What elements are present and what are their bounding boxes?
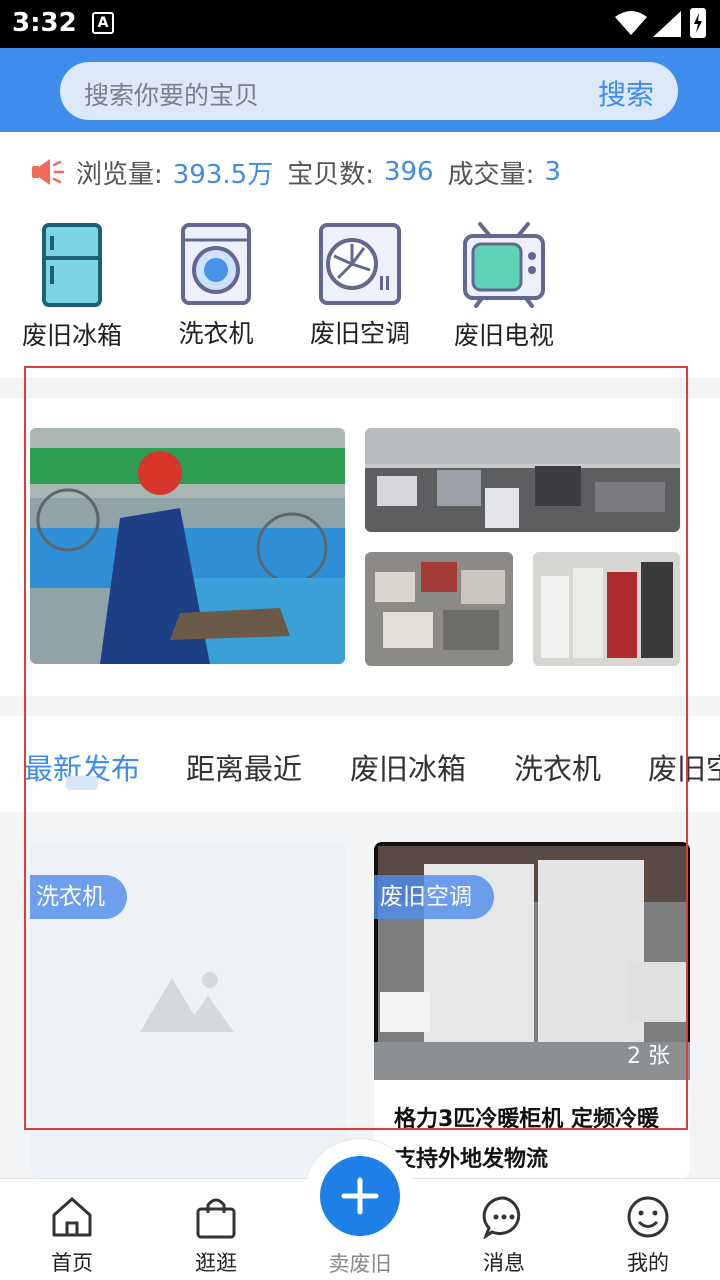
search-placeholder: 搜索你要的宝贝 — [84, 81, 260, 110]
nav-messages[interactable]: 消息 — [454, 1195, 554, 1277]
tab-indicator — [66, 776, 98, 790]
divider — [0, 696, 720, 716]
nav-home[interactable]: 首页 — [22, 1195, 122, 1277]
smile-icon — [627, 1196, 669, 1238]
tab-air-conditioner[interactable]: 废旧空 — [648, 746, 720, 788]
nav-label: 消息 — [483, 1251, 525, 1275]
tab-nearest[interactable]: 距离最近 — [186, 746, 302, 788]
plus-icon — [341, 1177, 379, 1215]
nav-label: 首页 — [51, 1251, 93, 1275]
banner-section — [0, 398, 720, 696]
message-icon — [482, 1196, 521, 1240]
category-label: 废旧空调 — [309, 319, 410, 348]
views-value: 393.5万 — [172, 159, 274, 190]
signal-icon — [653, 11, 681, 37]
tab-fridge[interactable]: 废旧冰箱 — [350, 746, 466, 788]
nav-browse[interactable]: 逛逛 — [166, 1195, 266, 1277]
photo-count: 2 张 — [627, 1044, 670, 1069]
search-header: 搜索你要的宝贝 搜索 — [0, 48, 720, 132]
battery-icon — [690, 8, 706, 38]
air-conditioner-icon — [319, 223, 401, 305]
product-title: 格力3匹冷暖柜机 定频冷暖支持外地发物流 — [394, 1107, 659, 1172]
category-washing-machine[interactable]: 洗衣机 — [156, 222, 276, 350]
wifi-icon — [615, 11, 647, 35]
product-tag: 洗衣机 — [30, 875, 127, 919]
tab-washing-machine[interactable]: 洗衣机 — [514, 746, 601, 788]
home-icon — [52, 1197, 92, 1237]
banner-tv-pile-image[interactable] — [365, 428, 680, 532]
shopping-bag-icon — [196, 1198, 236, 1239]
banner-worker-image[interactable] — [30, 428, 345, 664]
placeholder-image-icon — [140, 972, 234, 1032]
search-button[interactable]: 搜索 — [598, 73, 654, 113]
product-card[interactable]: 洗衣机 — [30, 842, 346, 1178]
views-label: 浏览量: — [76, 159, 163, 190]
category-grid: 废旧冰箱 洗衣机 废旧空调 废旧电视 — [0, 222, 720, 352]
status-time: 3:32 — [12, 8, 77, 38]
category-label: 洗衣机 — [178, 319, 254, 348]
tv-icon — [463, 222, 545, 308]
category-label: 废旧冰箱 — [21, 321, 122, 350]
items-value: 396 — [383, 157, 434, 187]
nav-label: 逛逛 — [195, 1251, 237, 1275]
deals-value: 3 — [544, 157, 561, 187]
notification-icon: A — [92, 12, 114, 34]
items-label: 宝贝数: — [287, 159, 374, 190]
product-tag: 废旧空调 — [374, 875, 494, 919]
category-label: 废旧电视 — [453, 321, 554, 350]
stats-bar: 浏览量: 393.5万 宝贝数: 396 成交量: 3 — [30, 152, 575, 192]
product-card[interactable]: 废旧空调 2 张 格力3匹冷暖柜机 定频冷暖支持外地发物流 — [374, 842, 690, 1178]
divider — [0, 378, 720, 398]
category-fridge[interactable]: 废旧冰箱 — [12, 222, 132, 352]
washing-machine-icon — [181, 223, 251, 305]
category-air-conditioner[interactable]: 废旧空调 — [300, 222, 420, 350]
filter-tabs: 最新发布 距离最近 废旧冰箱 洗衣机 废旧空 — [0, 716, 720, 812]
search-input[interactable]: 搜索你要的宝贝 搜索 — [60, 62, 678, 120]
banner-fridge-row-image[interactable] — [533, 552, 680, 666]
status-bar: 3:32 A — [0, 0, 720, 48]
nav-profile[interactable]: 我的 — [598, 1195, 698, 1277]
fridge-icon — [42, 223, 102, 307]
category-tv[interactable]: 废旧电视 — [444, 222, 564, 352]
sell-button[interactable] — [320, 1156, 400, 1236]
nav-label: 卖废旧 — [328, 1252, 392, 1276]
banner-ac-pile-image[interactable] — [365, 552, 513, 666]
product-feed: 洗衣机 废旧空调 2 张 格力3匹冷暖柜机 定频冷暖支持外地发物流 — [0, 812, 720, 1178]
deals-label: 成交量: — [447, 159, 535, 190]
speaker-icon — [32, 159, 65, 185]
nav-label: 我的 — [627, 1251, 669, 1275]
